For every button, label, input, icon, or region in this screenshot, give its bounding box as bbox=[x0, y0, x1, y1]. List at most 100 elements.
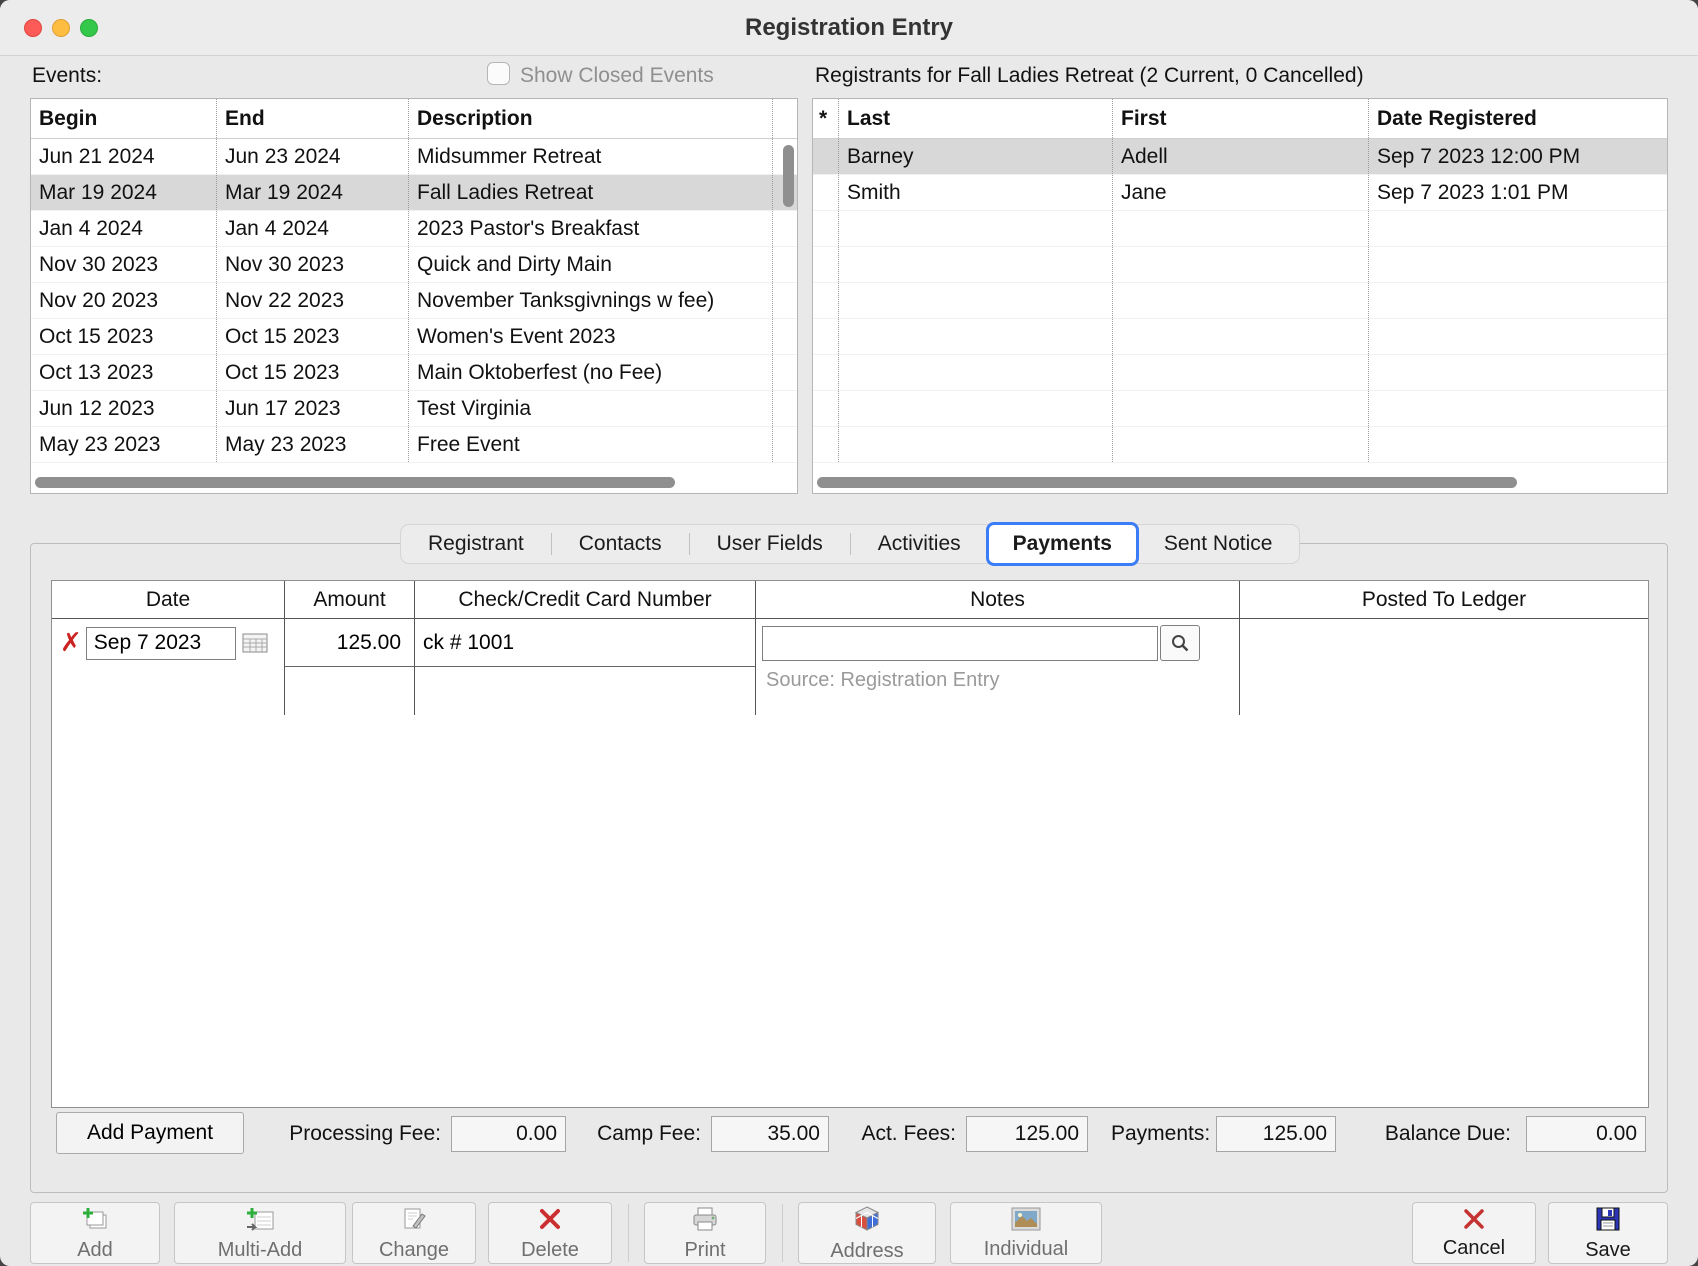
event-row-selected[interactable]: Mar 19 2024 Mar 19 2024 Fall Ladies Retr… bbox=[31, 175, 797, 211]
event-row[interactable]: Oct 15 2023 Oct 15 2023 Women's Event 20… bbox=[31, 319, 797, 355]
empty-row bbox=[813, 427, 1667, 463]
notes-search-button[interactable] bbox=[1160, 625, 1200, 661]
cancel-x-icon bbox=[1462, 1208, 1486, 1236]
column-header-amount: Amount bbox=[285, 581, 415, 618]
balance-due-label: Balance Due: bbox=[1376, 1122, 1511, 1146]
event-begin: Nov 20 2023 bbox=[31, 283, 217, 318]
vertical-scrollbar-thumb[interactable] bbox=[783, 145, 794, 207]
payment-row: ✗ bbox=[52, 619, 1648, 715]
event-description: Quick and Dirty Main bbox=[409, 247, 773, 282]
registrant-row[interactable]: Smith Jane Sep 7 2023 1:01 PM bbox=[813, 175, 1667, 211]
print-button[interactable]: Print bbox=[644, 1202, 766, 1264]
empty-row bbox=[813, 355, 1667, 391]
event-row[interactable]: Jan 4 2024 Jan 4 2024 2023 Pastor's Brea… bbox=[31, 211, 797, 247]
registrants-table: * Last First Date Registered Barney Adel… bbox=[812, 98, 1668, 494]
event-end: Jan 4 2024 bbox=[217, 211, 409, 246]
registrant-last: Smith bbox=[839, 175, 1113, 210]
event-begin: Jun 21 2024 bbox=[31, 139, 217, 174]
tab-sent-notice[interactable]: Sent Notice bbox=[1137, 525, 1300, 563]
column-header-date-registered[interactable]: Date Registered bbox=[1369, 99, 1667, 138]
event-begin: Oct 13 2023 bbox=[31, 355, 217, 390]
calendar-picker-icon[interactable] bbox=[242, 633, 268, 653]
title-bar: Registration Entry bbox=[0, 0, 1698, 56]
tab-payments[interactable]: Payments bbox=[986, 522, 1139, 566]
posted-to-ledger-cell bbox=[1240, 619, 1648, 715]
show-closed-events-label: Show Closed Events bbox=[520, 64, 714, 88]
event-description: November Tanksgivnings w fee) bbox=[409, 283, 773, 318]
individual-button[interactable]: Individual bbox=[950, 1202, 1102, 1264]
event-row[interactable]: Jun 12 2023 Jun 17 2023 Test Virginia bbox=[31, 391, 797, 427]
payment-date-input[interactable] bbox=[86, 627, 236, 660]
processing-fee-field[interactable]: 0.00 bbox=[451, 1116, 566, 1152]
add-button[interactable]: Add bbox=[30, 1202, 160, 1264]
delete-button[interactable]: Delete bbox=[488, 1202, 612, 1264]
events-table: Begin End Description Jun 21 2024 Jun 23… bbox=[30, 98, 798, 494]
payment-source-text: Source: Registration Entry bbox=[766, 669, 1239, 692]
multi-add-button[interactable]: Multi-Add bbox=[174, 1202, 346, 1264]
tab-activities[interactable]: Activities bbox=[851, 525, 988, 563]
change-button[interactable]: Change bbox=[352, 1202, 476, 1264]
payment-check-number-input[interactable] bbox=[423, 631, 743, 655]
event-description: Test Virginia bbox=[409, 391, 773, 426]
column-header-last[interactable]: Last bbox=[839, 99, 1113, 138]
event-description: Main Oktoberfest (no Fee) bbox=[409, 355, 773, 390]
registrant-first: Jane bbox=[1113, 175, 1369, 210]
event-begin: Jan 4 2024 bbox=[31, 211, 217, 246]
column-header-star[interactable]: * bbox=[813, 99, 839, 138]
horizontal-scrollbar-thumb[interactable] bbox=[817, 477, 1517, 488]
event-row[interactable]: Oct 13 2023 Oct 15 2023 Main Oktoberfest… bbox=[31, 355, 797, 391]
tab-contacts[interactable]: Contacts bbox=[552, 525, 689, 563]
camp-fee-field[interactable]: 35.00 bbox=[711, 1116, 829, 1152]
events-header-row: Begin End Description bbox=[31, 99, 797, 139]
event-description: Midsummer Retreat bbox=[409, 139, 773, 174]
act-fees-field[interactable]: 125.00 bbox=[966, 1116, 1088, 1152]
camp-fee-label: Camp Fee: bbox=[586, 1122, 701, 1146]
delete-icon bbox=[537, 1206, 563, 1238]
event-begin: Jun 12 2023 bbox=[31, 391, 217, 426]
individual-photo-icon bbox=[1011, 1207, 1041, 1237]
balance-due-field[interactable]: 0.00 bbox=[1526, 1116, 1646, 1152]
event-description: Free Event bbox=[409, 427, 773, 462]
event-row[interactable]: Jun 21 2024 Jun 23 2024 Midsummer Retrea… bbox=[31, 139, 797, 175]
registrant-first: Adell bbox=[1113, 139, 1369, 174]
tab-registrant[interactable]: Registrant bbox=[401, 525, 551, 563]
horizontal-scrollbar-thumb[interactable] bbox=[35, 477, 675, 488]
toolbar-divider bbox=[782, 1204, 783, 1262]
act-fees-label: Act. Fees: bbox=[856, 1122, 956, 1146]
column-header-posted: Posted To Ledger bbox=[1240, 581, 1648, 618]
event-row[interactable]: May 23 2023 May 23 2023 Free Event bbox=[31, 427, 797, 463]
cancel-button[interactable]: Cancel bbox=[1412, 1202, 1536, 1264]
column-header-date: Date bbox=[52, 581, 285, 618]
print-icon bbox=[691, 1206, 719, 1238]
registrant-last: Barney bbox=[839, 139, 1113, 174]
save-floppy-icon bbox=[1595, 1206, 1621, 1238]
empty-row bbox=[813, 391, 1667, 427]
address-button[interactable]: Address bbox=[798, 1202, 936, 1264]
payments-total-field[interactable]: 125.00 bbox=[1216, 1116, 1336, 1152]
empty-row bbox=[813, 211, 1667, 247]
event-end: Nov 30 2023 bbox=[217, 247, 409, 282]
payment-amount-input[interactable] bbox=[289, 631, 407, 655]
column-header-end[interactable]: End bbox=[217, 99, 409, 138]
show-closed-events-checkbox[interactable] bbox=[487, 62, 510, 85]
registrant-date: Sep 7 2023 1:01 PM bbox=[1369, 175, 1667, 210]
registrant-row-selected[interactable]: Barney Adell Sep 7 2023 12:00 PM bbox=[813, 139, 1667, 175]
event-row[interactable]: Nov 30 2023 Nov 30 2023 Quick and Dirty … bbox=[31, 247, 797, 283]
payment-notes-input[interactable] bbox=[762, 626, 1158, 661]
event-end: Oct 15 2023 bbox=[217, 355, 409, 390]
column-header-begin[interactable]: Begin bbox=[31, 99, 217, 138]
column-header-first[interactable]: First bbox=[1113, 99, 1369, 138]
column-header-description[interactable]: Description bbox=[409, 99, 773, 138]
delete-payment-icon[interactable]: ✗ bbox=[60, 630, 82, 656]
event-begin: Mar 19 2024 bbox=[31, 175, 217, 210]
save-button[interactable]: Save bbox=[1548, 1202, 1668, 1264]
add-payment-button[interactable]: Add Payment bbox=[56, 1112, 244, 1154]
event-row[interactable]: Nov 20 2023 Nov 22 2023 November Tanksgi… bbox=[31, 283, 797, 319]
detail-tabbar: Registrant Contacts User Fields Activiti… bbox=[400, 524, 1300, 564]
column-header-check: Check/Credit Card Number bbox=[415, 581, 756, 618]
event-description: Women's Event 2023 bbox=[409, 319, 773, 354]
tab-user-fields[interactable]: User Fields bbox=[690, 525, 850, 563]
event-begin: May 23 2023 bbox=[31, 427, 217, 462]
event-description: 2023 Pastor's Breakfast bbox=[409, 211, 773, 246]
event-begin: Nov 30 2023 bbox=[31, 247, 217, 282]
